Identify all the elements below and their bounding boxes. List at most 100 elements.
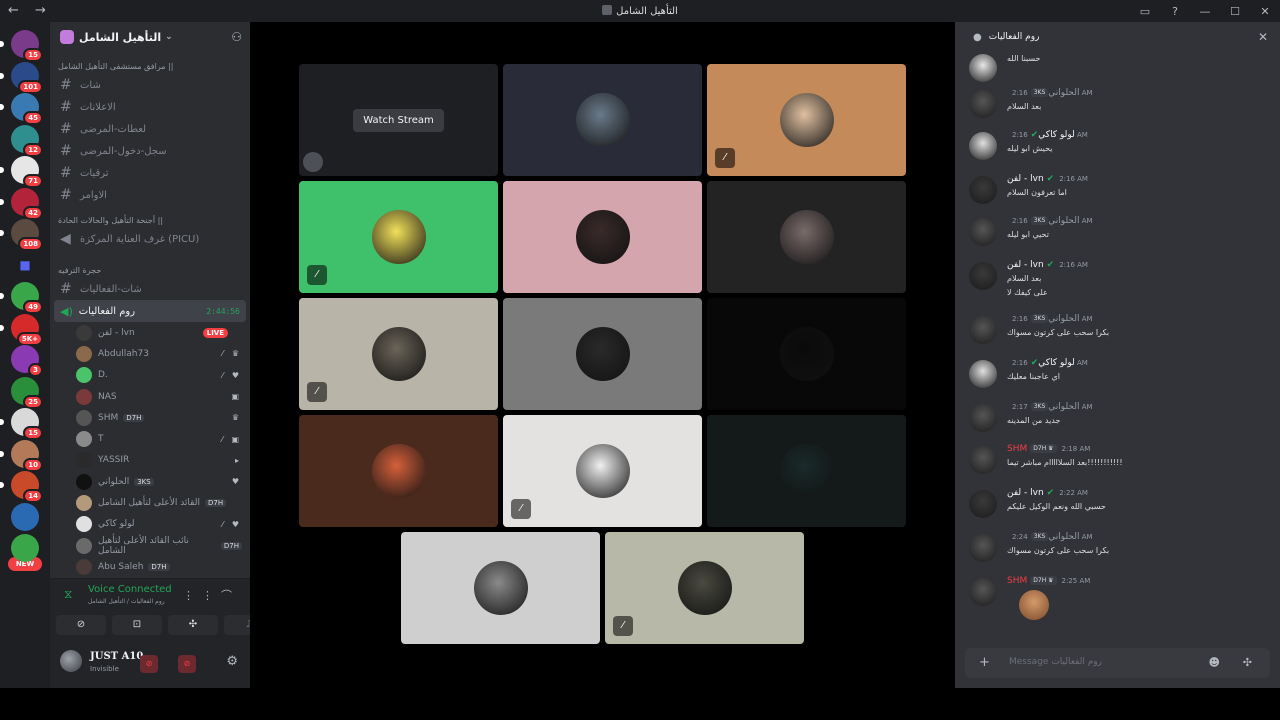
- message-author[interactable]: SHM: [1007, 576, 1027, 586]
- category-header[interactable]: مرافق مستشفى التأهيل الشامل ||: [50, 58, 250, 74]
- avatar[interactable]: [969, 360, 997, 388]
- participant-tile[interactable]: [503, 64, 702, 176]
- text-channel[interactable]: # سجل-دخول-المرضى: [50, 140, 250, 162]
- text-channel[interactable]: # شات: [50, 74, 250, 96]
- mic-muted-icon[interactable]: ⊘: [140, 655, 158, 673]
- server-icon[interactable]: 14: [0, 471, 43, 503]
- participant-tile[interactable]: ⁄: [707, 64, 906, 176]
- screen-share-button[interactable]: ⊡: [112, 615, 162, 635]
- message-author[interactable]: الحلواني: [1048, 88, 1079, 98]
- server-icon[interactable]: 42: [0, 187, 43, 220]
- participant-tile[interactable]: [707, 298, 906, 410]
- voice-user[interactable]: القائد الأعلى لتأهيل الشامل D7H: [50, 492, 250, 513]
- close-icon[interactable]: ✕: [1258, 30, 1268, 44]
- avatar[interactable]: [969, 54, 997, 82]
- voice-status[interactable]: Voice Connected: [88, 584, 172, 595]
- server-header[interactable]: التأهيل الشامل ⌄ ⚇: [50, 22, 250, 52]
- participant-tile[interactable]: ⁄: [299, 298, 498, 410]
- minimize-button[interactable]: —: [1190, 5, 1220, 18]
- voice-user[interactable]: لولو كاكي ⁄ ♥: [50, 514, 250, 535]
- message-author[interactable]: الحلواني: [1048, 532, 1079, 542]
- message-author[interactable]: لفن - lvn: [1007, 174, 1044, 184]
- avatar[interactable]: [969, 218, 997, 246]
- active-voice-channel[interactable]: ◀) روم الفعاليات 2:44:56: [54, 300, 246, 322]
- server-icon[interactable]: 108: [0, 219, 43, 251]
- voice-user[interactable]: T ⁄ ▣: [50, 428, 250, 449]
- message-author[interactable]: الحلواني: [1048, 216, 1079, 226]
- voice-user[interactable]: نائب القائد الأعلى لتأهيل الشامل D7H: [50, 535, 250, 556]
- server-icon[interactable]: 15: [0, 30, 43, 62]
- avatar[interactable]: [969, 490, 997, 518]
- server-icon[interactable]: 12: [11, 124, 43, 157]
- maximize-button[interactable]: ☐: [1220, 5, 1250, 18]
- message-author[interactable]: لولو كاكي: [1038, 358, 1074, 368]
- avatar[interactable]: [969, 534, 997, 562]
- gear-icon[interactable]: ⚙: [226, 654, 238, 669]
- avatar[interactable]: [969, 262, 997, 290]
- voice-user[interactable]: Abdullah73 ⁄ ♛: [50, 343, 250, 364]
- text-channel[interactable]: # شات-الفعاليات: [50, 278, 250, 300]
- avatar[interactable]: [60, 650, 82, 672]
- participant-tile[interactable]: [299, 415, 498, 527]
- server-icon[interactable]: 3: [11, 345, 43, 377]
- server-icon[interactable]: 101: [0, 61, 43, 94]
- text-channel[interactable]: # الاعلانات: [50, 96, 250, 118]
- message-author[interactable]: SHM: [1007, 444, 1027, 454]
- voice-user[interactable]: Abu Saleh D7H: [50, 556, 250, 577]
- voice-user[interactable]: D. ⁄ ♥: [50, 365, 250, 386]
- text-channel[interactable]: # لعطات-المرضى: [50, 118, 250, 140]
- activities-button[interactable]: ✣: [168, 615, 218, 635]
- participant-tile[interactable]: [503, 298, 702, 410]
- emoji-icon[interactable]: ☻: [1209, 656, 1220, 669]
- avatar[interactable]: [969, 176, 997, 204]
- deafen-icon[interactable]: ⊘: [178, 655, 196, 673]
- avatar[interactable]: [969, 316, 997, 344]
- username[interactable]: JUST A10: [90, 651, 143, 662]
- voice-channel[interactable]: ◀ غرف العناية المركزة (PICU): [50, 228, 250, 250]
- server-icon[interactable]: 15: [0, 408, 43, 440]
- message-author[interactable]: لولو كاكي: [1038, 130, 1074, 140]
- participant-tile[interactable]: ⁄: [605, 532, 804, 644]
- server-icon[interactable]: 71: [0, 156, 43, 188]
- participant-tile[interactable]: ⁄: [299, 181, 498, 293]
- help-icon[interactable]: ?: [1160, 5, 1190, 18]
- inbox-icon[interactable]: ▭: [1130, 5, 1160, 18]
- avatar[interactable]: [969, 404, 997, 432]
- participant-tile[interactable]: ⁄: [503, 415, 702, 527]
- server-icon[interactable]: 49: [0, 282, 43, 314]
- participant-tile[interactable]: [401, 532, 600, 644]
- category-header[interactable]: أجنحة التأهيل والحالات الحادة ||: [50, 212, 250, 228]
- voice-user[interactable]: لفن - lvn LIVE: [50, 322, 250, 343]
- add-member-icon[interactable]: ⚇: [231, 30, 242, 44]
- folder-icon[interactable]: ■: [11, 251, 39, 279]
- avatar[interactable]: [969, 578, 997, 606]
- message-author[interactable]: الحلواني: [1048, 314, 1079, 324]
- participant-tile[interactable]: [707, 415, 906, 527]
- voice-channel-path[interactable]: روم الفعاليات / التأهيل الشامل: [88, 598, 165, 605]
- message-author[interactable]: الحلواني: [1048, 402, 1079, 412]
- text-channel[interactable]: # ترقيات: [50, 162, 250, 184]
- participant-tile[interactable]: [503, 181, 702, 293]
- server-icon[interactable]: 5K+: [0, 313, 43, 346]
- category-header[interactable]: حجرة الترفيه: [50, 262, 250, 278]
- voice-user[interactable]: الحلواني 3KS ♥: [50, 471, 250, 492]
- voice-user[interactable]: SHM D7H ♛: [50, 407, 250, 428]
- attach-icon[interactable]: +: [979, 655, 990, 670]
- watch-stream-button[interactable]: Watch Stream: [353, 108, 444, 132]
- avatar[interactable]: [969, 132, 997, 160]
- participant-tile[interactable]: [707, 181, 906, 293]
- camera-off-button[interactable]: ⊘: [56, 615, 106, 635]
- message-author[interactable]: لفن - lvn: [1007, 260, 1044, 270]
- server-icon[interactable]: [11, 534, 39, 562]
- server-icon[interactable]: 45: [0, 93, 43, 125]
- server-icon[interactable]: 10: [0, 439, 43, 472]
- avatar[interactable]: [969, 90, 997, 118]
- live-badge[interactable]: LIVE: [202, 327, 228, 338]
- server-icon[interactable]: 25: [11, 376, 43, 409]
- text-channel[interactable]: # الاوامر: [50, 184, 250, 206]
- avatar[interactable]: [969, 446, 997, 474]
- apps-icon[interactable]: ✣: [1243, 656, 1252, 669]
- disconnect-icon[interactable]: ⌒: [221, 589, 240, 602]
- noise-suppression-icon[interactable]: ⋮⋮: [183, 589, 221, 602]
- message-author[interactable]: لفن - lvn: [1007, 488, 1044, 498]
